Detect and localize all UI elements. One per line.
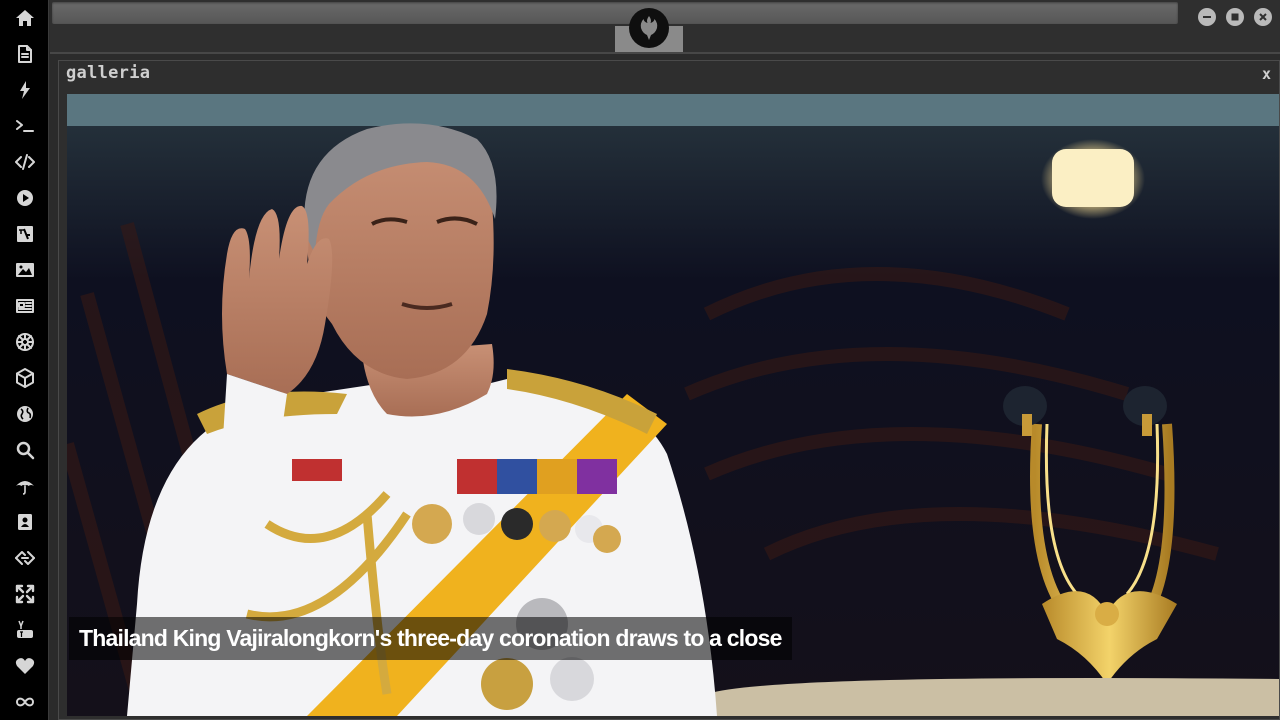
close-button[interactable] xyxy=(1254,8,1272,26)
code-icon[interactable] xyxy=(0,144,49,180)
left-sidebar xyxy=(0,0,49,720)
window-title: galleria xyxy=(66,63,151,83)
translate-icon[interactable] xyxy=(0,216,49,252)
window-close-button[interactable]: x xyxy=(1262,65,1271,83)
image-icon[interactable] xyxy=(0,252,49,288)
gallery-window: galleria x Thailand King Vajiralongkorn'… xyxy=(58,60,1280,720)
top-bar xyxy=(50,0,1280,54)
contact-icon[interactable] xyxy=(0,504,49,540)
lightning-icon[interactable] xyxy=(0,72,49,108)
play-icon[interactable] xyxy=(0,180,49,216)
umbrella-icon[interactable] xyxy=(0,468,49,504)
infinity-icon[interactable] xyxy=(0,684,49,720)
photo-caption: Thailand King Vajiralongkorn's three-day… xyxy=(69,617,792,660)
document-icon[interactable] xyxy=(0,36,49,72)
newspaper-icon[interactable] xyxy=(0,288,49,324)
maximize-button[interactable] xyxy=(1226,8,1244,26)
globe-icon[interactable] xyxy=(0,396,49,432)
terminal-icon[interactable] xyxy=(0,108,49,144)
search-icon[interactable] xyxy=(0,432,49,468)
minimize-button[interactable] xyxy=(1198,8,1216,26)
address-bar[interactable] xyxy=(52,2,1178,24)
cube-icon[interactable] xyxy=(0,360,49,396)
codepen-icon[interactable] xyxy=(0,540,49,576)
expand-icon[interactable] xyxy=(0,576,49,612)
galactic-empire-icon[interactable] xyxy=(0,324,49,360)
home-icon[interactable] xyxy=(0,0,49,36)
youtube-icon[interactable] xyxy=(0,612,49,648)
heart-icon[interactable] xyxy=(0,648,49,684)
gallery-photo[interactable]: Thailand King Vajiralongkorn's three-day… xyxy=(67,94,1279,716)
rebel-alliance-icon[interactable] xyxy=(629,8,669,48)
